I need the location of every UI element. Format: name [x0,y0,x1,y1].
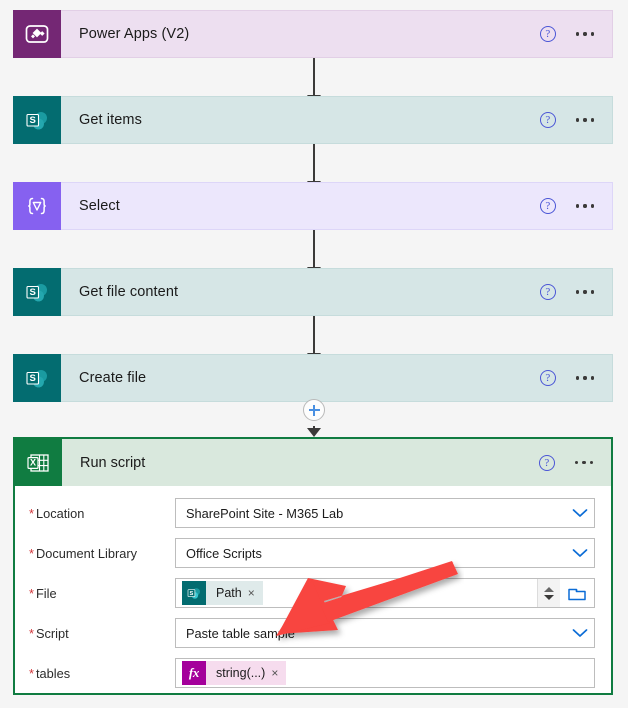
more-commands-icon[interactable] [575,26,594,42]
more-commands-icon[interactable] [575,370,594,386]
flow-step-power-apps-v2[interactable]: Power Apps (V2) ? [13,10,613,58]
field-row-location: * Location SharePoint Site - M365 Lab [29,498,595,528]
flow-step-actions: ? [539,26,612,42]
required-asterisk: * [29,665,34,681]
flow-step-title: Power Apps (V2) [79,26,190,42]
field-label-script: * Script [29,626,175,641]
folder-icon [568,588,586,600]
document-library-dropdown[interactable]: Office Scripts [175,538,595,568]
fx-glyph: fx [188,665,200,680]
required-asterisk: * [29,505,34,521]
flow-step-title: Get items [79,112,142,128]
sharepoint-icon: S [13,354,61,402]
help-icon[interactable]: ? [539,112,556,128]
field-label-text: Script [35,625,69,641]
run-script-form: * Location SharePoint Site - M365 Lab * Do… [15,486,611,708]
field-row-script: * Script Paste table sample [29,618,595,648]
script-value: Paste table sample [186,625,295,641]
help-icon[interactable]: ? [539,370,556,386]
flow-step-actions: ? [539,284,612,300]
field-label-document-library: * Document Library [29,546,175,561]
field-row-document-library: * Document Library Office Scripts [29,538,595,568]
run-script-header[interactable]: X Run script ? [15,439,611,486]
spinner-down-icon [544,594,554,600]
more-commands-icon[interactable] [574,455,593,471]
remove-token-icon[interactable]: × [271,661,286,685]
field-label-text: Document Library [35,545,137,561]
flow-step-get-items[interactable]: S Get items ? [13,96,613,144]
flow-step-create-file[interactable]: S Create file ? [13,354,613,402]
spinner-up-icon [544,586,554,592]
location-value: SharePoint Site - M365 Lab [186,505,344,521]
file-spinner[interactable] [537,579,560,607]
more-commands-icon[interactable] [575,284,594,300]
script-dropdown[interactable]: Paste table sample [175,618,595,648]
svg-text:S: S [190,591,194,597]
flow-step-title: Get file content [79,284,179,300]
flow-canvas: Power Apps (V2) ? S Get items ? Select ?… [0,0,628,707]
sharepoint-icon: S [182,581,206,605]
flow-step-run-script[interactable]: X Run script ? * Location SharePoint Site… [13,437,613,695]
file-token-path[interactable]: S Path × [182,581,263,605]
tables-token-label: string(...) [216,666,266,680]
more-commands-icon[interactable] [575,198,594,214]
help-icon[interactable]: ? [538,454,555,471]
required-asterisk: * [29,545,34,561]
sharepoint-icon: S [13,96,61,144]
field-row-tables: * tables fx string(...) × [29,658,595,688]
help-icon[interactable]: ? [539,198,556,214]
fx-icon: fx [182,661,206,685]
flow-step-title: Select [79,198,120,214]
flow-step-actions: ? [539,112,612,128]
flow-step-get-file-content[interactable]: S Get file content ? [13,268,613,316]
field-label-tables: * tables [29,666,175,681]
field-label-file: * File [29,586,175,601]
chevron-down-icon[interactable] [566,548,594,558]
add-step-button[interactable] [303,399,325,421]
document-library-value: Office Scripts [186,545,262,561]
file-picker[interactable]: S Path × [175,578,595,608]
tables-input[interactable]: fx string(...) × [175,658,595,688]
svg-text:X: X [29,457,35,467]
flow-step-actions: ? [539,370,612,386]
excel-icon: X [15,439,62,486]
field-label-text: tables [35,665,71,681]
chevron-down-icon[interactable] [566,508,594,518]
flow-step-title: Create file [79,370,147,386]
chevron-down-icon[interactable] [566,628,594,638]
required-asterisk: * [29,585,34,601]
tables-token-expression[interactable]: fx string(...) × [182,661,287,685]
field-label-text: Location [35,505,85,521]
required-asterisk: * [29,625,34,641]
svg-text:S: S [30,115,36,126]
location-dropdown[interactable]: SharePoint Site - M365 Lab [175,498,595,528]
svg-text:S: S [30,373,36,384]
svg-text:S: S [30,287,36,298]
file-token-label: Path [216,586,242,600]
field-label-text: File [35,585,57,601]
help-icon[interactable]: ? [539,284,556,300]
flow-step-select[interactable]: Select ? [13,182,613,230]
select-icon [13,182,61,230]
browse-folder-button[interactable] [560,585,594,602]
more-commands-icon[interactable] [575,112,594,128]
run-script-actions: ? [538,454,611,471]
field-label-location: * Location [29,506,175,521]
field-row-file: * File S Path × [29,578,595,608]
sharepoint-icon: S [13,268,61,316]
powerapps-icon [13,10,61,58]
flow-step-actions: ? [539,198,612,214]
run-script-title: Run script [80,454,146,471]
remove-token-icon[interactable]: × [248,581,263,605]
help-icon[interactable]: ? [539,26,556,42]
